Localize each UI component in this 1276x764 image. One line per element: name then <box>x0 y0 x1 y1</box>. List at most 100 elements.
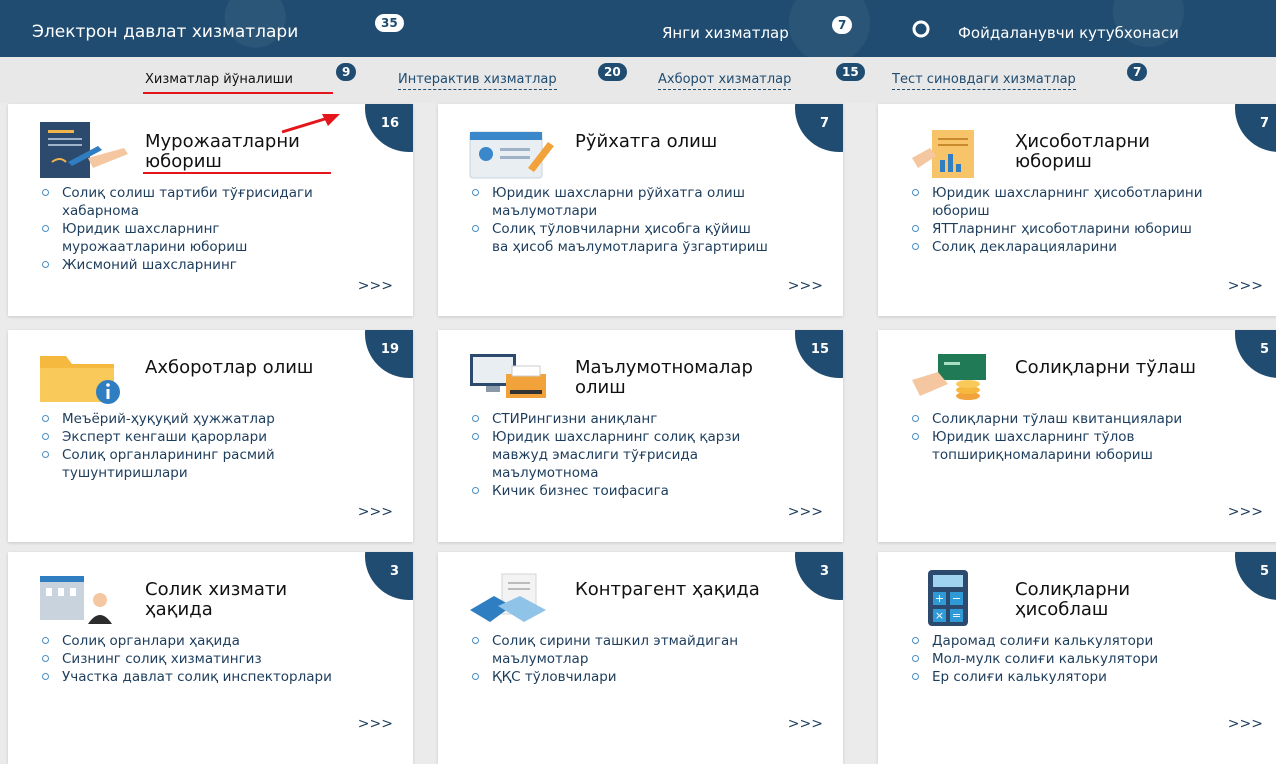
card-title[interactable]: Солиқларни тўлаш <box>1015 358 1225 378</box>
card-item-link[interactable]: Солиқ декларацияларини <box>910 238 1210 256</box>
card-items: СТИРингизни аниқланг Юридик шахсларнинг … <box>470 410 770 500</box>
more-link[interactable]: >>> <box>788 716 823 732</box>
card-title[interactable]: Ҳисоботларни юбориш <box>1015 132 1225 172</box>
tab-service-directions-count: 9 <box>336 63 357 81</box>
card-items: Даромад солиғи калькулятори Мол-мулк сол… <box>910 632 1210 686</box>
calculator-icon: + − × = <box>908 566 998 628</box>
card-item-link[interactable]: Солиқ солиш тартиби тўғрисидаги хабарном… <box>40 184 340 220</box>
card-item-link[interactable]: Кичик бизнес тоифасига <box>470 482 770 500</box>
service-card-registration[interactable]: 7 Рўйхатга олиш Юридик шахсларни рўйхатг… <box>438 104 843 316</box>
tab-information-services-count: 15 <box>836 63 865 81</box>
id-card-icon <box>468 118 558 180</box>
card-count: 5 <box>1259 342 1269 357</box>
more-link[interactable]: >>> <box>1228 278 1263 294</box>
top-navigation-bar: Электрон давлат хизматлари 35 Янги хизма… <box>0 0 1276 57</box>
payment-card-icon <box>908 344 998 406</box>
card-count: 3 <box>819 564 829 579</box>
card-item-link[interactable]: Юридик шахсларнинг ҳисоботларини юбориш <box>910 184 1210 220</box>
tab-test-services[interactable]: Тест синовдаги хизматлар <box>892 72 1076 90</box>
more-link[interactable]: >>> <box>1228 504 1263 520</box>
card-corner-badge <box>1235 552 1276 600</box>
new-services-link[interactable]: Янги хизматлар <box>662 24 789 42</box>
more-link[interactable]: >>> <box>358 716 393 732</box>
card-items: Солиқ солиш тартиби тўғрисидаги хабарном… <box>40 184 340 274</box>
new-services-count-badge: 7 <box>832 16 853 34</box>
more-link[interactable]: >>> <box>1228 716 1263 732</box>
office-building-icon <box>38 566 128 628</box>
card-title[interactable]: Солик хизмати ҳақида <box>145 580 355 620</box>
card-item-link[interactable]: Меъёрий-ҳуқуқий ҳужжатлар <box>40 410 340 428</box>
service-card-counterparty[interactable]: 3 Контрагент ҳақида Солиқ сирини ташкил … <box>438 552 843 764</box>
highlight-underline <box>143 172 331 174</box>
card-item-link[interactable]: Участка давлат солиқ инспекторлари <box>40 668 340 686</box>
service-card-information[interactable]: 19 Ахборотлар олиш Меъёрий-ҳуқуқий ҳужжа… <box>8 330 413 542</box>
svg-text:×: × <box>935 609 944 622</box>
card-count: 19 <box>380 342 399 357</box>
card-corner-badge <box>1235 104 1276 152</box>
lifebuoy-icon <box>912 20 930 38</box>
card-corner-badge <box>1235 330 1276 378</box>
card-item-link[interactable]: Солиқ сирини ташкил этмайдиган маълумотл… <box>470 632 770 668</box>
card-title[interactable]: Маълумотномалар олиш <box>575 358 785 398</box>
card-count: 7 <box>819 116 829 131</box>
card-item-link[interactable]: ҚҚС тўловчилари <box>470 668 770 686</box>
report-chart-icon <box>908 118 998 180</box>
card-item-link[interactable]: Мол-мулк солиғи калькулятори <box>910 650 1210 668</box>
card-count: 15 <box>810 342 829 357</box>
card-items: Меъёрий-ҳуқуқий ҳужжатлар Эксперт кенгаш… <box>40 410 340 482</box>
tab-service-directions[interactable]: Хизматлар йўналиши <box>145 72 293 89</box>
card-items: Солиқ сирини ташкил этмайдиган маълумотл… <box>470 632 770 686</box>
tab-information-services[interactable]: Ахборот хизматлар <box>658 72 792 90</box>
user-library-link[interactable]: Фойдаланувчи кутубхонаси <box>958 24 1179 42</box>
active-tab-underline <box>143 92 333 94</box>
service-card-appeals[interactable]: 16 Мурожаатларни юбориш Солиқ солиш тарт… <box>8 104 413 316</box>
tab-interactive-services-count: 20 <box>598 63 627 81</box>
more-link[interactable]: >>> <box>358 278 393 294</box>
svg-text:+: + <box>935 592 944 605</box>
card-item-link[interactable]: Юридик шахсларнинг мурожаатларини юбориш <box>40 220 340 256</box>
card-count: 3 <box>389 564 399 579</box>
service-tabs: Хизматлар йўналиши 9 Интерактив хизматла… <box>0 57 1276 103</box>
card-count: 7 <box>1259 116 1269 131</box>
card-item-link[interactable]: Солиқ органлари ҳақида <box>40 632 340 650</box>
card-items: Юридик шахсларни рўйхатга олиш маълумотл… <box>470 184 770 256</box>
card-count: 5 <box>1259 564 1269 579</box>
card-item-link[interactable]: Юридик шахсларнинг солиқ қарзи мавжуд эм… <box>470 428 770 482</box>
card-title[interactable]: Рўйхатга олиш <box>575 132 785 152</box>
card-item-link[interactable]: ЯТТларнинг ҳисоботларини юбориш <box>910 220 1210 238</box>
tab-interactive-services[interactable]: Интерактив хизматлар <box>398 72 557 90</box>
card-item-link[interactable]: Ер солиғи калькулятори <box>910 668 1210 686</box>
svg-text:=: = <box>952 609 961 622</box>
service-card-tax-service[interactable]: 3 Солик хизмати ҳақида Солиқ органлари ҳ… <box>8 552 413 764</box>
card-items: Солиқ органлари ҳақида Сизнинг солиқ хиз… <box>40 632 340 686</box>
card-count: 16 <box>380 116 399 131</box>
service-card-payments[interactable]: 5 Солиқларни тўлаш Солиқларни тўлаш квит… <box>878 330 1276 542</box>
card-title[interactable]: Ахборотлар олиш <box>145 358 355 378</box>
card-item-link[interactable]: Жисмоний шахсларнинг <box>40 256 340 274</box>
card-item-link[interactable]: Юридик шахсларни рўйхатга олиш маълумотл… <box>470 184 770 220</box>
computer-printer-icon <box>468 344 558 406</box>
card-item-link[interactable]: Солиқларни тўлаш квитанциялари <box>910 410 1210 428</box>
svg-text:−: − <box>952 592 961 605</box>
more-link[interactable]: >>> <box>358 504 393 520</box>
more-link[interactable]: >>> <box>788 504 823 520</box>
service-card-calculators[interactable]: 5 + − × = Солиқларни ҳисоблаш Даромад со… <box>878 552 1276 764</box>
card-item-link[interactable]: Сизнинг солиқ хизматингиз <box>40 650 340 668</box>
red-arrow-icon <box>276 112 342 140</box>
card-items: Солиқларни тўлаш квитанциялари Юридик ша… <box>910 410 1210 464</box>
card-item-link[interactable]: Юридик шахсларнинг тўлов топшириқномалар… <box>910 428 1210 464</box>
tab-test-services-count: 7 <box>1127 63 1148 81</box>
more-link[interactable]: >>> <box>788 278 823 294</box>
card-item-link[interactable]: Даромад солиғи калькулятори <box>910 632 1210 650</box>
card-item-link[interactable]: Эксперт кенгаши қарорлари <box>40 428 340 446</box>
card-item-link[interactable]: СТИРингизни аниқланг <box>470 410 770 428</box>
folder-info-icon <box>38 344 128 406</box>
portal-count-badge: 35 <box>375 14 404 32</box>
card-title[interactable]: Солиқларни ҳисоблаш <box>1015 580 1225 620</box>
card-item-link[interactable]: Солиқ тўловчиларни ҳисобга қўйиш ва ҳисо… <box>470 220 770 256</box>
service-card-certificates[interactable]: 15 Маълумотномалар олиш СТИРингизни аниқ… <box>438 330 843 542</box>
service-card-reports[interactable]: 7 Ҳисоботларни юбориш Юридик шахсларнинг… <box>878 104 1276 316</box>
card-item-link[interactable]: Солиқ органларининг расмий тушунтиришлар… <box>40 446 340 482</box>
portal-title-link[interactable]: Электрон давлат хизматлари <box>32 22 298 42</box>
card-title[interactable]: Контрагент ҳақида <box>575 580 785 600</box>
